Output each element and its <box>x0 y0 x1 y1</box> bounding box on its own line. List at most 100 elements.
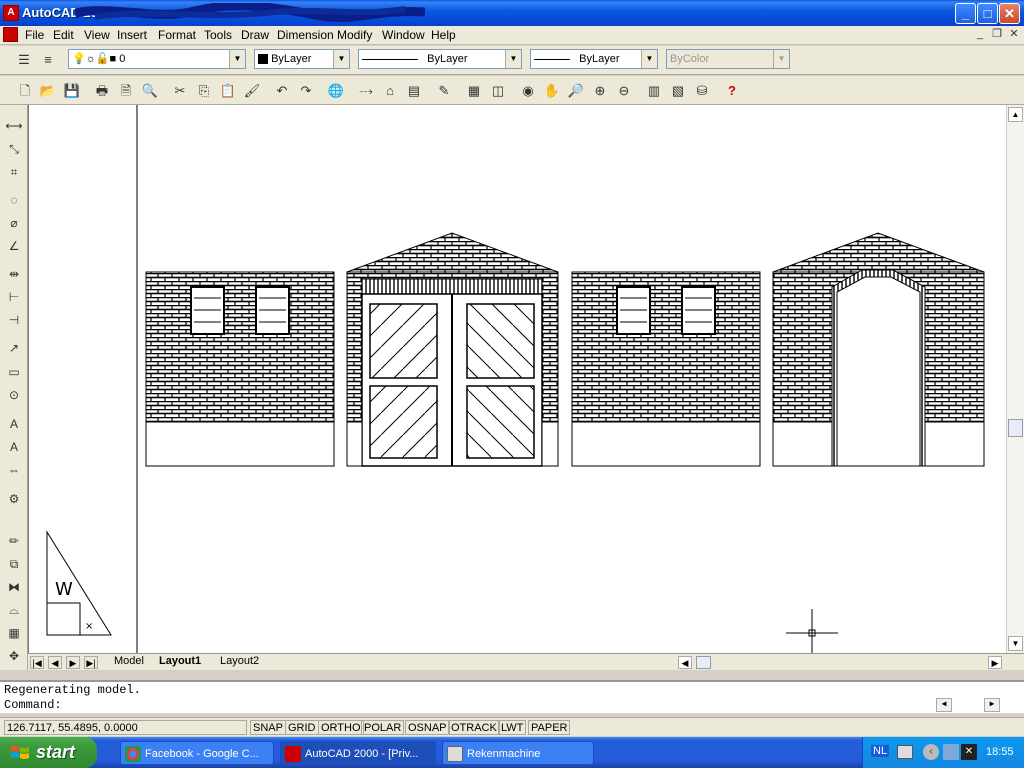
ordinate-dimension-icon[interactable]: ⌗ <box>5 163 23 181</box>
toggle-ortho[interactable]: ORTHO <box>318 720 364 735</box>
radius-dimension-icon[interactable]: ◌ <box>5 191 23 209</box>
menu-modify[interactable]: Modify <box>337 28 372 42</box>
menu-draw[interactable]: Draw <box>241 28 269 42</box>
hscroll-left-icon[interactable]: ◀ <box>678 656 692 669</box>
dimension-text-edit-icon[interactable]: A <box>5 438 23 456</box>
dimension-update-icon[interactable]: ⇔ <box>5 461 23 479</box>
toggle-polar[interactable]: POLAR <box>361 720 405 735</box>
inquiry-icon[interactable]: ▤ <box>404 81 424 101</box>
document-icon[interactable] <box>3 27 18 42</box>
help-icon[interactable]: ? <box>722 81 742 101</box>
command-window[interactable]: Regenerating model. Command: ◀ ▶ <box>0 680 1024 713</box>
chevron-down-icon[interactable]: ▼ <box>641 50 657 68</box>
scroll-down-icon[interactable]: ▼ <box>1008 636 1023 651</box>
make-current-layer-icon[interactable]: ≡ <box>38 50 58 70</box>
object-snap-icon[interactable]: ⤏ <box>356 81 376 101</box>
lineweight-select[interactable]: ByLayer ▼ <box>530 49 658 69</box>
autocad-app-icon[interactable]: A <box>3 5 19 21</box>
close-button[interactable]: ✕ <box>999 3 1020 24</box>
drawing-canvas[interactable]: W × <box>28 105 1006 653</box>
minimize-button[interactable]: _ <box>955 3 976 24</box>
dbconnect-icon[interactable]: ⛁ <box>692 81 712 101</box>
chevron-down-icon[interactable]: ▼ <box>505 50 521 68</box>
design-center-icon[interactable]: ▧ <box>668 81 688 101</box>
3d-orbit-icon[interactable]: ◉ <box>518 81 538 101</box>
offset-icon[interactable]: ⌓ <box>5 601 23 619</box>
scroll-up-icon[interactable]: ▲ <box>1008 107 1023 122</box>
menu-format[interactable]: Format <box>158 28 196 42</box>
menu-tools[interactable]: Tools <box>204 28 232 42</box>
prev-tab-icon[interactable]: ◀ <box>48 656 62 669</box>
chevron-down-icon[interactable]: ▼ <box>333 50 349 68</box>
doc-minimize-icon[interactable]: _ <box>972 28 988 42</box>
redo-icon[interactable]: ↷ <box>296 81 316 101</box>
scroll-thumb[interactable] <box>1008 419 1023 437</box>
tolerance-icon[interactable]: ▭ <box>5 363 23 381</box>
menu-edit[interactable]: Edit <box>53 28 74 42</box>
move-icon[interactable]: ✥ <box>5 647 23 665</box>
erase-icon[interactable]: ✏ <box>5 532 23 550</box>
last-tab-icon[interactable]: ▶| <box>84 656 98 669</box>
zoom-window-icon[interactable]: ⊕ <box>590 81 610 101</box>
layers-icon[interactable]: ☰ <box>14 50 34 70</box>
dimension-style-icon[interactable]: ⚙ <box>5 490 23 508</box>
print-icon[interactable]: 🖶 <box>92 81 112 101</box>
tab-model[interactable]: Model <box>114 655 144 667</box>
angular-dimension-icon[interactable]: ∠ <box>5 237 23 255</box>
diameter-dimension-icon[interactable]: ⌀ <box>5 214 23 232</box>
tab-layout1[interactable]: Layout1 <box>159 655 201 667</box>
linetype-select[interactable]: ByLayer ▼ <box>358 49 522 69</box>
toggle-paper[interactable]: PAPER <box>528 720 571 735</box>
doc-restore-icon[interactable]: ❐ <box>989 28 1005 42</box>
hscroll-right-icon[interactable]: ▶ <box>988 656 1002 669</box>
doc-close-icon[interactable]: ✕ <box>1006 28 1022 42</box>
copy-object-icon[interactable]: ⧉ <box>5 555 23 573</box>
task-autocad[interactable]: AutoCAD 2000 - [Priv... <box>280 741 436 765</box>
cut-icon[interactable]: ✂ <box>170 81 190 101</box>
toggle-grid[interactable]: GRID <box>285 720 319 735</box>
copy-icon[interactable]: ⎘ <box>194 81 214 101</box>
chevron-down-icon[interactable]: ▼ <box>229 50 245 68</box>
continue-dimension-icon[interactable]: ⊣ <box>5 311 23 329</box>
security-icon[interactable]: ✕ <box>961 744 977 760</box>
keyboard-icon[interactable] <box>897 745 913 759</box>
network-icon[interactable] <box>943 744 959 760</box>
menu-file[interactable]: File <box>25 28 44 42</box>
menu-window[interactable]: Window <box>382 28 425 42</box>
print-preview-icon[interactable]: 🗎 <box>116 81 136 101</box>
tab-layout2[interactable]: Layout2 <box>220 655 259 667</box>
save-icon[interactable]: 💾 <box>62 81 82 101</box>
leader-icon[interactable]: ↗ <box>5 339 23 357</box>
properties-icon[interactable]: ▥ <box>644 81 664 101</box>
maximize-button[interactable]: □ <box>977 3 998 24</box>
toggle-otrack[interactable]: OTRACK <box>448 720 500 735</box>
menu-dimension[interactable]: Dimension <box>277 28 334 42</box>
hscroll-thumb[interactable] <box>696 656 711 669</box>
color-select[interactable]: ByLayer ▼ <box>254 49 350 69</box>
toggle-snap[interactable]: SNAP <box>250 720 286 735</box>
paste-icon[interactable]: 📋 <box>218 81 238 101</box>
dimension-edit-icon[interactable]: A <box>5 415 23 433</box>
first-tab-icon[interactable]: |◀ <box>30 656 44 669</box>
find-icon[interactable]: 🔍 <box>140 81 160 101</box>
quick-dimension-icon[interactable]: ⇹ <box>5 265 23 283</box>
language-indicator[interactable]: NL <box>871 745 890 757</box>
array-icon[interactable]: ▦ <box>5 624 23 642</box>
redraw-icon[interactable]: ✎ <box>434 81 454 101</box>
layer-select[interactable]: 💡☼🔓■ 0 ▼ <box>68 49 246 69</box>
web-icon[interactable]: 🌐 <box>326 81 346 101</box>
toggle-osnap[interactable]: OSNAP <box>405 720 450 735</box>
match-properties-icon[interactable]: 🖌 <box>242 81 262 101</box>
cmd-scroll-left-icon[interactable]: ◀ <box>936 698 952 712</box>
viewports-icon[interactable]: ◫ <box>488 81 508 101</box>
next-tab-icon[interactable]: ▶ <box>66 656 80 669</box>
named-views-icon[interactable]: ▦ <box>464 81 484 101</box>
baseline-dimension-icon[interactable]: ⊢ <box>5 288 23 306</box>
menu-help[interactable]: Help <box>431 28 456 42</box>
tray-arrow-icon[interactable]: ‹ <box>923 744 939 760</box>
menu-insert[interactable]: Insert <box>117 28 147 42</box>
open-file-icon[interactable]: 📂 <box>38 81 58 101</box>
mirror-icon[interactable]: ⧓ <box>5 578 23 596</box>
task-calculator[interactable]: Rekenmachine <box>442 741 594 765</box>
new-file-icon[interactable]: 🗋 <box>15 81 35 101</box>
